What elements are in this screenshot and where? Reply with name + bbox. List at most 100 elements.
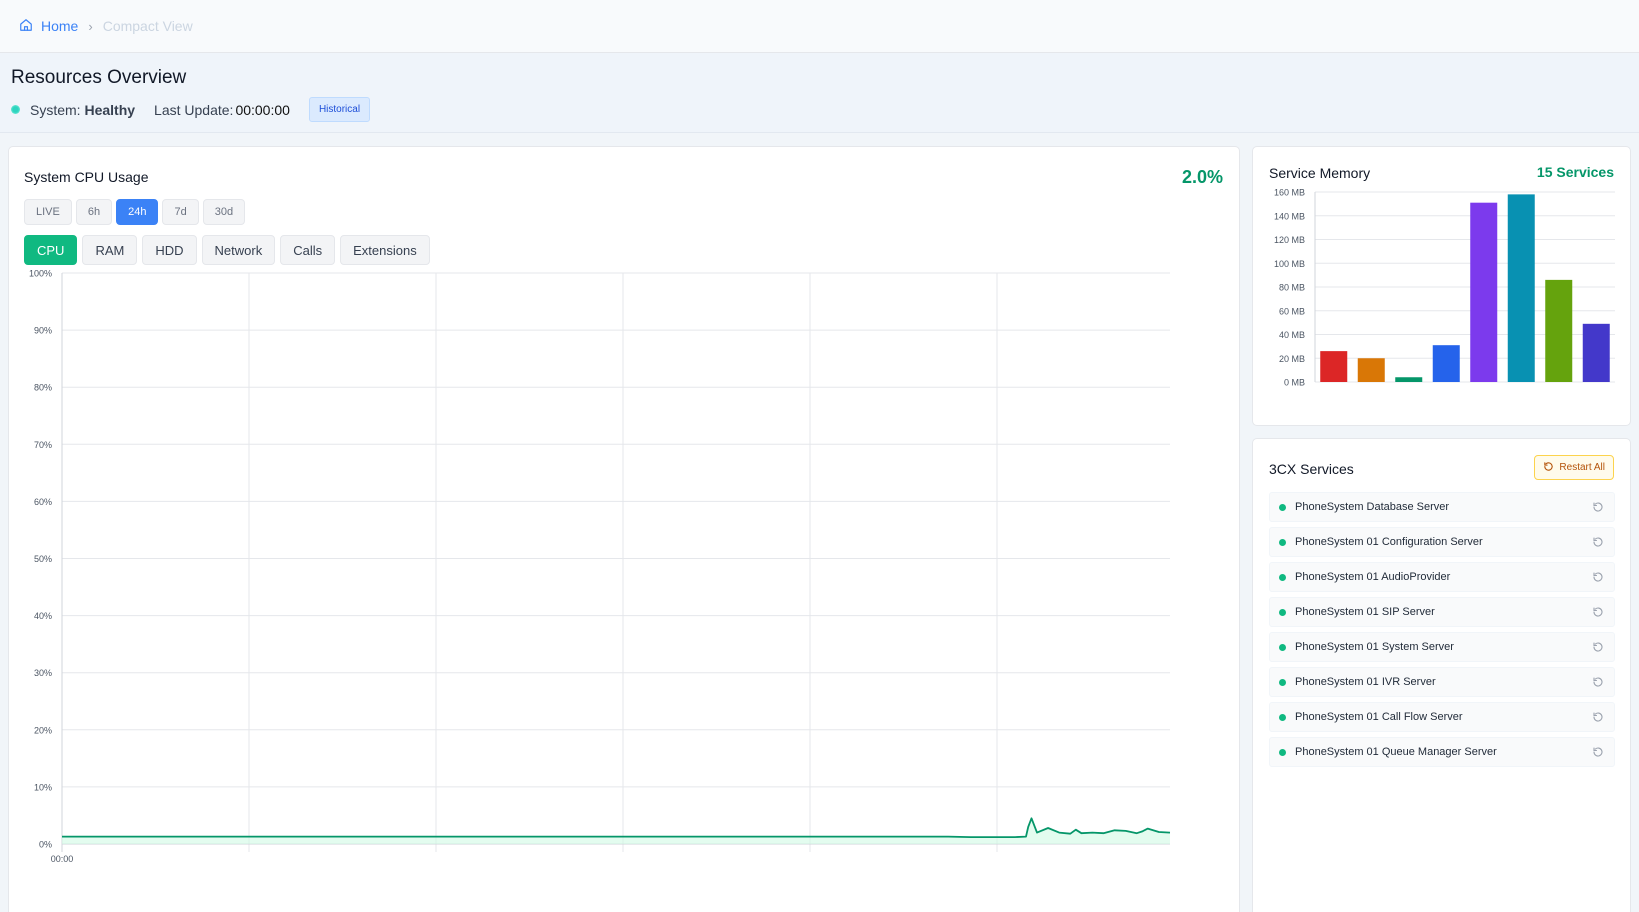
mem-y-tick-label: 80 MB	[1279, 283, 1305, 293]
range-button-30d[interactable]: 30d	[202, 199, 246, 225]
service-row: PhoneSystem Database Server	[1269, 492, 1615, 522]
service-row: PhoneSystem 01 System Server	[1269, 632, 1615, 662]
cpu-y-tick-label: 70%	[34, 440, 52, 450]
system-label: System:	[30, 101, 81, 118]
breadcrumb: Home › Compact View	[0, 0, 1639, 53]
service-name: PhoneSystem 01 Queue Manager Server	[1295, 746, 1497, 758]
range-button-live[interactable]: LIVE	[24, 199, 72, 225]
home-icon	[19, 18, 33, 35]
metric-tab-extensions[interactable]: Extensions	[340, 235, 430, 265]
last-update-label: Last Update:	[154, 101, 234, 118]
service-restart-icon[interactable]	[1592, 571, 1604, 586]
mem-y-tick-label: 120 MB	[1274, 235, 1305, 245]
memory-bar	[1507, 194, 1535, 382]
cpu-y-tick-label: 40%	[34, 611, 52, 621]
service-status-dot	[1279, 643, 1286, 651]
cpu-series-line	[62, 817, 1171, 838]
cpu-x-tick-label: 00:00	[51, 854, 74, 864]
service-name: PhoneSystem Database Server	[1295, 501, 1450, 513]
cpu-card-title: System CPU Usage	[24, 169, 149, 185]
mem-y-tick-label: 0 MB	[1284, 378, 1305, 388]
service-restart-icon[interactable]	[1592, 501, 1604, 516]
mem-y-tick-label: 140 MB	[1274, 211, 1305, 221]
mem-y-tick-label: 40 MB	[1279, 330, 1305, 340]
memory-bar	[1395, 377, 1423, 382]
restart-icon	[1543, 461, 1554, 475]
cpu-y-tick-label: 80%	[34, 383, 52, 393]
restart-all-label: Restart All	[1559, 462, 1605, 473]
restart-all-button[interactable]: Restart All	[1534, 455, 1614, 480]
memory-bar	[1357, 358, 1385, 382]
service-name: PhoneSystem 01 Configuration Server	[1295, 536, 1483, 548]
service-name: PhoneSystem 01 IVR Server	[1295, 676, 1436, 688]
service-name: PhoneSystem 01 AudioProvider	[1295, 571, 1451, 583]
service-row: PhoneSystem 01 IVR Server	[1269, 667, 1615, 697]
memory-bar	[1470, 202, 1498, 382]
metric-tab-hdd[interactable]: HDD	[142, 235, 197, 265]
service-row: PhoneSystem 01 Queue Manager Server	[1269, 737, 1615, 767]
service-restart-icon[interactable]	[1592, 606, 1604, 621]
mem-y-tick-label: 100 MB	[1274, 259, 1305, 269]
service-row: PhoneSystem 01 AudioProvider	[1269, 562, 1615, 592]
metric-tab-ram[interactable]: RAM	[82, 235, 138, 265]
cpu-y-tick-label: 60%	[34, 497, 52, 507]
cpu-y-tick-label: 90%	[34, 326, 52, 336]
mem-y-tick-label: 60 MB	[1279, 306, 1305, 316]
service-status-dot	[1279, 503, 1286, 511]
cpu-y-tick-label: 20%	[34, 725, 52, 735]
page-title: Resources Overview	[11, 67, 187, 88]
service-name: PhoneSystem 01 SIP Server	[1295, 606, 1435, 618]
service-status-dot	[1279, 573, 1286, 581]
cpu-current-value: 2.0%	[1181, 167, 1223, 187]
cpu-y-tick-label: 50%	[34, 554, 52, 564]
memory-bar	[1545, 279, 1573, 382]
last-update-value: 00:00:00	[235, 101, 290, 118]
services-list: PhoneSystem Database Server PhoneSystem 0…	[1269, 492, 1615, 772]
range-button-7d[interactable]: 7d	[162, 199, 199, 225]
memory-bar-chart: 0 MB 20 MB 40 MB 60 MB 80 MB 100 MB 120 MB 140 …	[1274, 188, 1615, 388]
service-status-dot	[1279, 748, 1286, 756]
range-button-6h[interactable]: 6h	[75, 199, 113, 225]
status-indicator-icon	[11, 105, 20, 114]
service-memory-card: Service Memory 15 Services 0 MB 20 MB 40 M…	[1252, 146, 1631, 426]
service-status-dot	[1279, 608, 1286, 616]
breadcrumb-home-label: Home	[41, 18, 79, 34]
range-button-24h[interactable]: 24h	[116, 199, 159, 225]
services-card: 3CX Services Restart All PhoneSystem Dat…	[1252, 438, 1631, 912]
cpu-series-area	[62, 818, 1170, 844]
breadcrumb-separator: ›	[88, 18, 93, 34]
service-restart-icon[interactable]	[1592, 641, 1604, 656]
service-restart-icon[interactable]	[1592, 676, 1604, 691]
mode-badge: Historical	[308, 97, 371, 122]
service-restart-icon[interactable]	[1592, 536, 1604, 551]
memory-bar	[1582, 323, 1610, 382]
cpu-usage-card: 0% 10% 20% 30% 40% 50% 60% 70% 80% 90% 100% 00:00 S…	[8, 146, 1240, 912]
mem-y-tick-label: 160 MB	[1274, 188, 1305, 198]
service-status-dot	[1279, 678, 1286, 686]
services-card-title: 3CX Services	[1269, 461, 1354, 477]
breadcrumb-home-link[interactable]: Home	[19, 18, 78, 35]
metric-tabs: CPU RAM HDD Network Calls Extensions	[24, 235, 430, 265]
mem-y-tick-label: 20 MB	[1279, 354, 1305, 364]
service-status-dot	[1279, 713, 1286, 721]
service-row: PhoneSystem 01 Call Flow Server	[1269, 702, 1615, 732]
metric-tab-cpu[interactable]: CPU	[24, 235, 78, 265]
memory-bar	[1320, 351, 1348, 382]
service-status-dot	[1279, 538, 1286, 546]
time-range-selector: LIVE 6h 24h 7d 30d	[24, 199, 246, 225]
cpu-y-tick-label: 10%	[34, 782, 52, 792]
cpu-y-tick-label: 100%	[29, 269, 52, 279]
breadcrumb-current: Compact View	[102, 18, 193, 34]
service-name: PhoneSystem 01 System Server	[1295, 641, 1454, 653]
service-name: PhoneSystem 01 Call Flow Server	[1295, 711, 1463, 723]
service-restart-icon[interactable]	[1592, 711, 1604, 726]
system-status: System: Healthy Last Update: 00:00:00 Hi…	[11, 97, 371, 122]
cpu-y-tick-label: 0%	[39, 840, 52, 850]
memory-bar	[1432, 345, 1460, 382]
cpu-y-tick-label: 30%	[34, 668, 52, 678]
page-header: Resources Overview System: Healthy Last …	[0, 53, 1639, 133]
metric-tab-calls[interactable]: Calls	[280, 235, 336, 265]
metric-tab-network[interactable]: Network	[201, 235, 276, 265]
service-restart-icon[interactable]	[1592, 746, 1604, 761]
system-status-value: Healthy	[84, 101, 136, 118]
